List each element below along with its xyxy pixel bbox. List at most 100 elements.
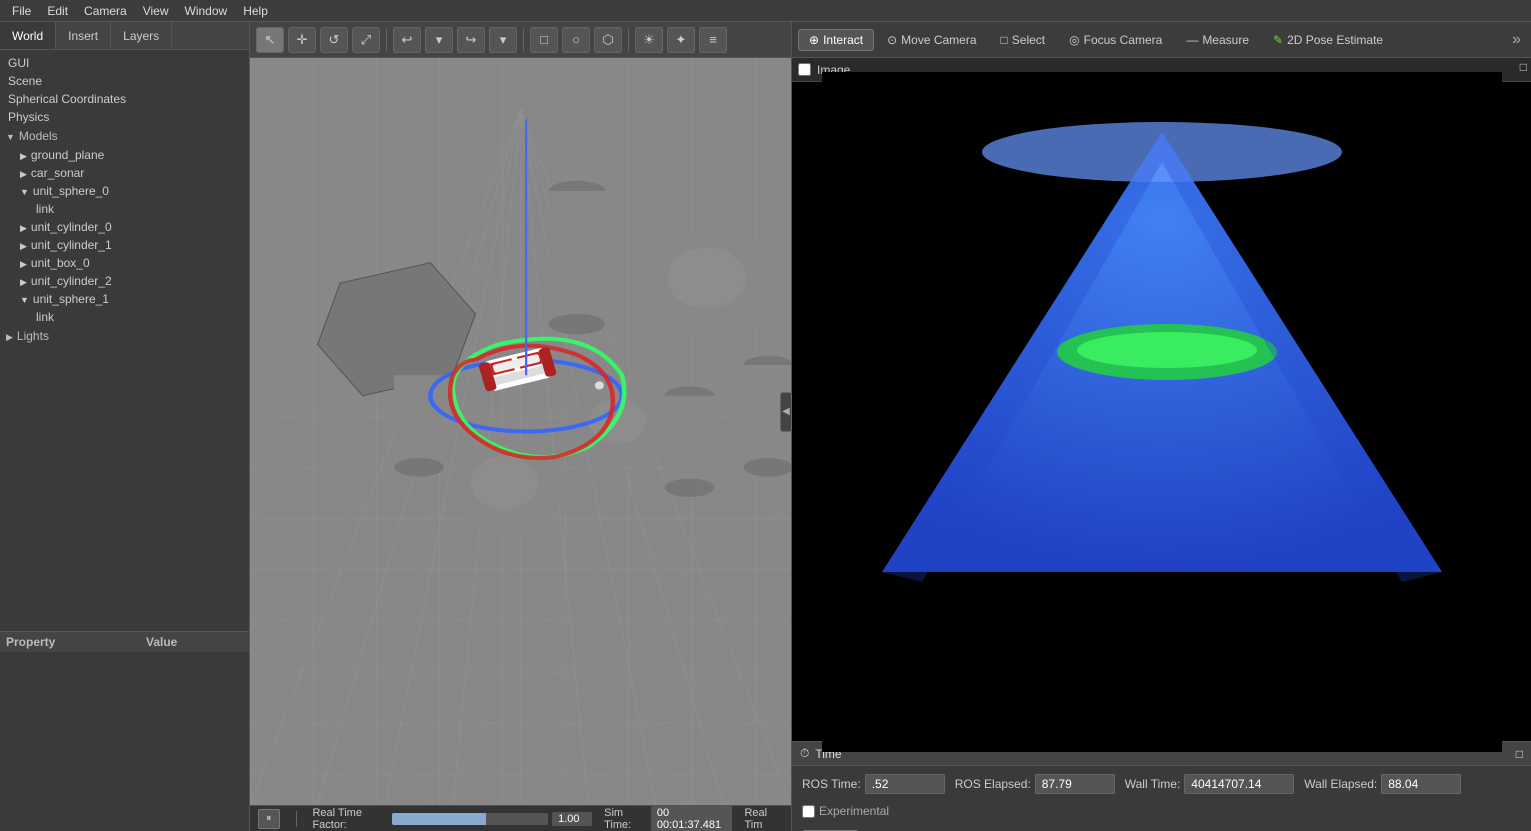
focus-camera-label: Focus Camera: [1084, 33, 1163, 47]
undo-btn[interactable]: ↩: [393, 27, 421, 53]
tab-insert[interactable]: Insert: [56, 22, 111, 49]
menu-edit[interactable]: Edit: [39, 2, 76, 20]
time-panel: ⏱ Time □ ROS Time: ROS Elapsed: Wall Tim…: [792, 741, 1531, 831]
box-btn[interactable]: □: [530, 27, 558, 53]
select-btn[interactable]: □ Select: [990, 29, 1057, 51]
time-footer: Reset 31 fps: [792, 826, 1531, 831]
tree-gui[interactable]: GUI: [0, 54, 249, 72]
experimental-label: Experimental: [819, 804, 889, 818]
cyl1-icon: ▶: [20, 241, 27, 252]
main-layout: World Insert Layers GUI Scene Spherical …: [0, 22, 1531, 831]
experimental-field: Experimental: [802, 804, 889, 818]
scale-tool-btn[interactable]: ⤢: [352, 27, 380, 53]
pose-icon: ✎: [1273, 33, 1283, 47]
camera-view-svg: [822, 72, 1502, 752]
scene-tree: GUI Scene Spherical Coordinates Physics …: [0, 50, 249, 631]
tree-spherical-coords[interactable]: Spherical Coordinates: [0, 90, 249, 108]
image-canvas-area[interactable]: ◀: [792, 82, 1531, 741]
property-panel: Property Value: [0, 631, 249, 831]
unit-sphere-0-icon: ▼: [20, 187, 29, 197]
experimental-checkbox[interactable]: [802, 805, 815, 818]
ground-plane-icon: ▶: [20, 151, 27, 162]
rtf-progress-fill: [392, 813, 486, 825]
rtf-value: 1.00: [552, 812, 592, 826]
pose-btn[interactable]: ✎ 2D Pose Estimate: [1262, 29, 1394, 51]
move-camera-icon: ⊙: [887, 33, 897, 47]
real-time-label: Real Tim: [744, 807, 783, 831]
tree-unit-cylinder-1[interactable]: ▶unit_cylinder_1: [0, 236, 249, 254]
tree-unit-cylinder-2[interactable]: ▶unit_cylinder_2: [0, 272, 249, 290]
tree-sphere1-link[interactable]: link: [0, 308, 249, 326]
sim-time-value: 00 00:01:37.481: [651, 806, 733, 831]
time-minimize-btn[interactable]: □: [1516, 747, 1523, 761]
tree-sphere0-link[interactable]: link: [0, 200, 249, 218]
wall-time-field: Wall Time:: [1125, 774, 1295, 794]
ros-time-input[interactable]: [865, 774, 945, 794]
tree-unit-sphere-1[interactable]: ▼unit_sphere_1: [0, 290, 249, 308]
toolbar: ↖ ✛ ↺ ⤢ ↩ ▾ ↪ ▾ □ ○ ⬡ ☀ ✦ ≡: [250, 22, 791, 58]
right-toolbar: ⊕ Interact ⊙ Move Camera □ Select ◎ Focu…: [792, 22, 1531, 58]
tree-unit-cylinder-0[interactable]: ▶unit_cylinder_0: [0, 218, 249, 236]
cylinder-btn[interactable]: ⬡: [594, 27, 622, 53]
sphere-btn[interactable]: ○: [562, 27, 590, 53]
rtf-item: Real Time Factor: 1.00: [312, 807, 592, 831]
sim-time-item: Sim Time: 00 00:01:37.481: [604, 806, 732, 831]
cyl2-icon: ▶: [20, 277, 27, 288]
select-tool-btn[interactable]: ↖: [256, 27, 284, 53]
pause-btn[interactable]: ⏸: [258, 809, 280, 829]
move-camera-btn[interactable]: ⊙ Move Camera: [876, 29, 987, 51]
value-col: Value: [146, 635, 177, 649]
wall-time-input[interactable]: [1184, 774, 1294, 794]
more-btn[interactable]: ≡: [699, 27, 727, 53]
ros-elapsed-input[interactable]: [1035, 774, 1115, 794]
translate-tool-btn[interactable]: ✛: [288, 27, 316, 53]
tree-unit-box-0[interactable]: ▶unit_box_0: [0, 254, 249, 272]
wall-elapsed-input[interactable]: [1381, 774, 1461, 794]
tree-lights[interactable]: ▶Lights: [0, 326, 249, 346]
left-panel: World Insert Layers GUI Scene Spherical …: [0, 22, 250, 831]
select-label: Select: [1012, 33, 1045, 47]
measure-btn[interactable]: — Measure: [1175, 29, 1260, 51]
ros-elapsed-field: ROS Elapsed:: [955, 774, 1115, 794]
rotate-tool-btn[interactable]: ↺: [320, 27, 348, 53]
status-bar: ⏸ Real Time Factor: 1.00 Sim Time: 00 00…: [250, 805, 791, 831]
tree-models[interactable]: ▼Models: [0, 126, 249, 146]
menu-view[interactable]: View: [135, 2, 177, 20]
move-camera-label: Move Camera: [901, 33, 976, 47]
collapse-arrow-btn[interactable]: ◀: [780, 392, 792, 432]
undo-dropdown[interactable]: ▾: [425, 27, 453, 53]
tab-world[interactable]: World: [0, 22, 56, 49]
pose-label: 2D Pose Estimate: [1287, 33, 1383, 47]
wall-elapsed-label: Wall Elapsed:: [1304, 777, 1377, 791]
cyl0-icon: ▶: [20, 223, 27, 234]
menu-bar: File Edit Camera View Window Help: [0, 0, 1531, 22]
sphere1-icon: ▼: [20, 295, 29, 305]
image-checkbox[interactable]: [798, 63, 811, 76]
menu-window[interactable]: Window: [177, 2, 236, 20]
redo-dropdown[interactable]: ▾: [489, 27, 517, 53]
tree-scene[interactable]: Scene: [0, 72, 249, 90]
particle-btn[interactable]: ✦: [667, 27, 695, 53]
menu-file[interactable]: File: [4, 2, 39, 20]
viewport-area: ↖ ✛ ↺ ⤢ ↩ ▾ ↪ ▾ □ ○ ⬡ ☀ ✦ ≡: [250, 22, 791, 831]
tab-layers[interactable]: Layers: [111, 22, 172, 49]
light-btn[interactable]: ☀: [635, 27, 663, 53]
tree-car-sonar[interactable]: ▶car_sonar: [0, 164, 249, 182]
menu-help[interactable]: Help: [235, 2, 276, 20]
tree-unit-sphere-0[interactable]: ▼unit_sphere_0: [0, 182, 249, 200]
sep3: [628, 28, 629, 52]
interact-btn[interactable]: ⊕ Interact: [798, 29, 874, 51]
models-expand-icon: ▼: [6, 132, 15, 142]
real-time-item: Real Tim: [744, 807, 783, 831]
tree-ground-plane[interactable]: ▶ground_plane: [0, 146, 249, 164]
expand-btn[interactable]: »: [1508, 31, 1525, 49]
redo-btn[interactable]: ↪: [457, 27, 485, 53]
viewport-3d[interactable]: [250, 58, 791, 805]
lights-expand-icon: ▶: [6, 332, 13, 343]
focus-camera-btn[interactable]: ◎ Focus Camera: [1058, 29, 1173, 51]
tree-physics[interactable]: Physics: [0, 108, 249, 126]
interact-label: Interact: [823, 33, 863, 47]
property-header: Property Value: [0, 632, 249, 652]
image-minimize-btn[interactable]: □: [1520, 60, 1527, 74]
menu-camera[interactable]: Camera: [76, 2, 135, 20]
